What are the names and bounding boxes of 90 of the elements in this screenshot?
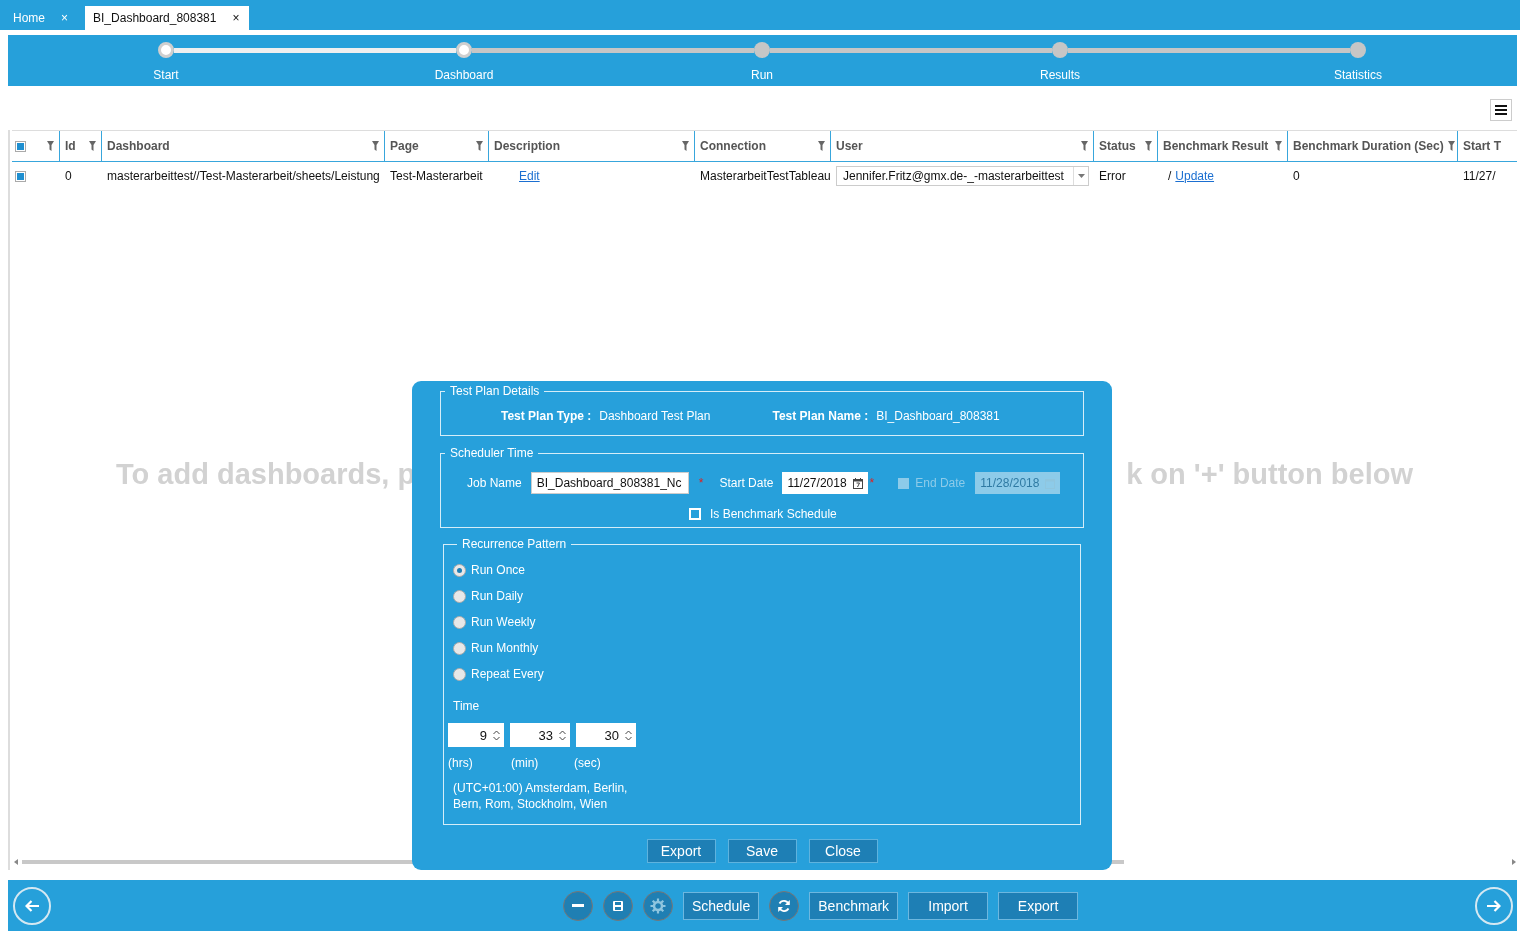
toolbar-button[interactable]: Schedule xyxy=(682,891,760,920)
timezone-text: (UTC+01:00) Amsterdam, Berlin, Bern, Rom, Stockholm, Wien xyxy=(453,780,629,812)
radio-label: Repeat Every xyxy=(471,667,544,681)
nav-button[interactable] xyxy=(13,886,51,925)
date-field[interactable]: 11/27/2018 xyxy=(782,472,868,494)
column-header-cell[interactable]: Status xyxy=(1094,131,1158,161)
link[interactable]: Update xyxy=(1175,169,1215,183)
icon-button[interactable] xyxy=(562,890,593,921)
close-button[interactable]: × xyxy=(232,11,240,25)
step-marker[interactable] xyxy=(1350,42,1366,58)
column-header-cell[interactable]: Page xyxy=(385,131,489,161)
radio-button[interactable] xyxy=(453,589,466,603)
link[interactable]: Edit xyxy=(519,169,540,183)
refresh-icon xyxy=(778,899,791,912)
left-arrow-icon xyxy=(25,899,39,912)
menu-button[interactable] xyxy=(1490,99,1512,121)
field-label: Test Plan Name : xyxy=(772,409,869,423)
settings-icon xyxy=(649,897,666,914)
table-cell: MasterarbeitTestTableau xyxy=(700,169,831,183)
toolbar-button[interactable]: Import xyxy=(908,891,989,920)
checkbox[interactable] xyxy=(15,140,26,152)
column-header-cell[interactable]: User xyxy=(831,131,1094,161)
field-label: Time xyxy=(453,699,481,713)
up-down-icon xyxy=(493,729,500,741)
field-label: Test Plan Type : xyxy=(501,409,592,423)
step-marker[interactable] xyxy=(1052,42,1068,58)
filter-icon xyxy=(47,141,54,151)
tab[interactable]: BI_Dashboard_808381 × xyxy=(85,6,250,30)
field-value: BI_Dashboard_808381 xyxy=(876,409,1000,423)
table-cell: 0 xyxy=(1293,169,1300,183)
field-label: Start Date xyxy=(719,476,774,490)
number-spinner[interactable]: 9 xyxy=(448,723,504,747)
column-header-cell[interactable]: Dashboard xyxy=(102,131,385,161)
radio-button[interactable] xyxy=(453,563,466,577)
radio-button[interactable] xyxy=(453,641,466,655)
step-marker[interactable] xyxy=(456,42,472,58)
icon-button[interactable] xyxy=(642,890,673,921)
up-down-icon xyxy=(625,729,632,741)
right-arrow-icon xyxy=(1487,899,1501,912)
calendar-icon xyxy=(852,477,863,489)
user-dropdown[interactable]: Jennifer.Fritz@gmx.de-_-masterarbeittest xyxy=(836,166,1089,186)
step-marker[interactable] xyxy=(158,42,174,58)
menu-icon xyxy=(1495,105,1507,115)
unit-label: (min) xyxy=(511,756,540,770)
number-spinner[interactable]: 30 xyxy=(576,723,636,747)
separator-text: / xyxy=(1168,169,1172,183)
column-header-cell[interactable]: Id xyxy=(60,131,102,161)
radio-label: Run Monthly xyxy=(471,641,539,655)
required-mark: * xyxy=(869,476,875,490)
field-value: Dashboard Test Plan xyxy=(599,409,711,423)
group-title: Recurrence Pattern xyxy=(461,537,568,551)
column-header-cell[interactable]: Benchmark Duration (Sec) xyxy=(1288,131,1458,161)
icon-button[interactable] xyxy=(769,890,800,921)
unit-label: (hrs) xyxy=(448,756,474,770)
field-label: Job Name xyxy=(467,476,522,490)
table-cell: 11/27/ xyxy=(1463,169,1496,183)
dialog-button[interactable]: Save xyxy=(727,839,797,863)
table-cell: 0 xyxy=(65,169,72,183)
nav-button[interactable] xyxy=(1475,886,1513,925)
table-cell: masterarbeittest//Test-Masterarbeit/sheets/Leistung xyxy=(107,169,380,183)
column-header-cell[interactable]: Description xyxy=(489,131,695,161)
required-mark: * xyxy=(698,476,704,490)
group-title: Test Plan Details xyxy=(449,384,541,398)
checkbox[interactable] xyxy=(15,170,26,182)
minus-icon xyxy=(571,904,584,907)
radio-label: Run Weekly xyxy=(471,615,536,629)
checkbox[interactable] xyxy=(898,477,910,489)
input-field[interactable]: BI_Dashboard_808381_Nc xyxy=(530,472,689,494)
toolbar-button[interactable]: Export xyxy=(998,891,1079,920)
dialog-button[interactable]: Export xyxy=(646,839,716,863)
column-header-cell[interactable]: Start T xyxy=(1458,131,1517,161)
caret-icon xyxy=(1077,174,1085,178)
step-marker[interactable] xyxy=(754,42,770,58)
radio-button[interactable] xyxy=(453,667,466,681)
radio-label: Run Once xyxy=(471,563,526,577)
number-spinner[interactable]: 33 xyxy=(510,723,570,747)
radio-label: Run Daily xyxy=(471,589,524,603)
up-down-icon xyxy=(559,729,566,741)
column-header-cell[interactable]: Connection xyxy=(695,131,831,161)
group-title: Scheduler Time xyxy=(449,446,535,460)
radio-button[interactable] xyxy=(453,615,466,629)
dialog-button[interactable]: Close xyxy=(808,839,878,863)
table-cell: Error xyxy=(1099,169,1126,183)
toolbar-button[interactable]: Benchmark xyxy=(809,891,899,920)
icon-button[interactable] xyxy=(602,890,633,921)
field-label: End Date xyxy=(915,476,966,490)
unit-label: (sec) xyxy=(574,756,602,770)
checkbox-label: Is Benchmark Schedule xyxy=(710,507,837,521)
column-header-cell[interactable]: Benchmark Result xyxy=(1158,131,1288,161)
table-cell: Test-Masterarbeit xyxy=(390,169,483,183)
